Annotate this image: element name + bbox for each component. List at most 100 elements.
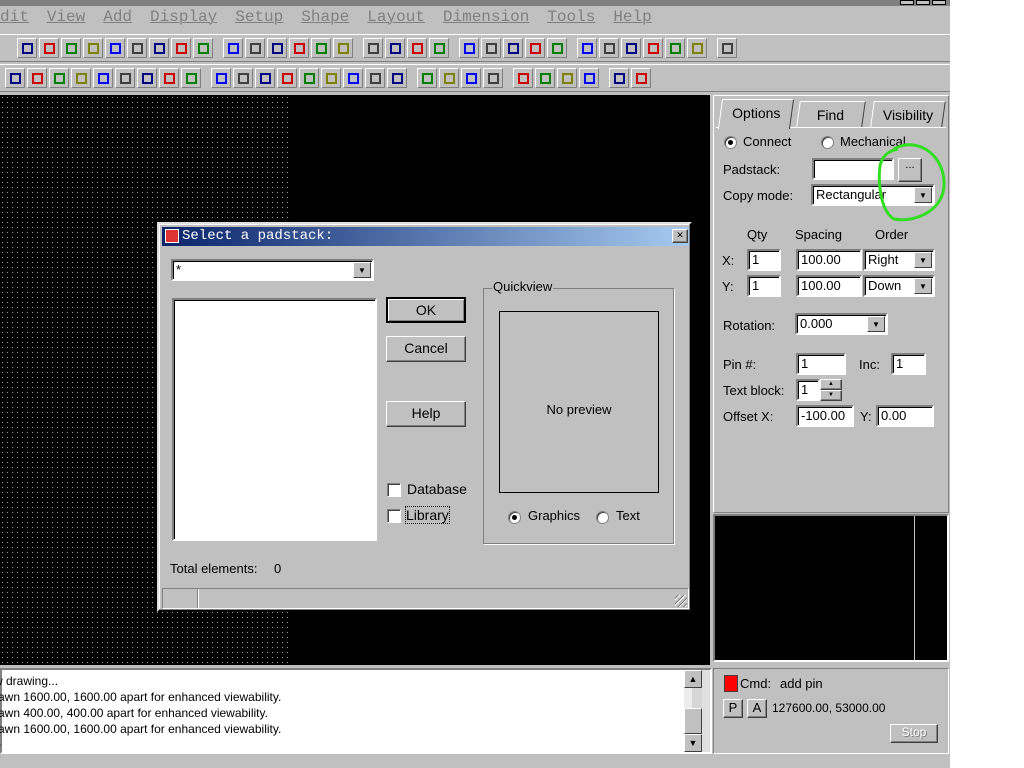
a-button[interactable]: A <box>747 699 767 718</box>
menu-display[interactable]: Display <box>150 8 217 32</box>
color-icon[interactable] <box>459 38 479 58</box>
zoom-fit-icon[interactable] <box>245 38 265 58</box>
close-button[interactable] <box>932 0 946 5</box>
pin-number-input[interactable]: 1 <box>796 353 846 375</box>
prb-icon[interactable] <box>483 68 503 88</box>
undo-icon[interactable] <box>83 38 103 58</box>
x-spacing-input[interactable]: 100.00 <box>796 249 862 271</box>
add-rect-icon[interactable] <box>385 38 405 58</box>
window-icon[interactable] <box>717 38 737 58</box>
menu-help[interactable]: Help <box>613 8 651 32</box>
void-icon[interactable] <box>93 68 113 88</box>
offset-y-input[interactable]: 0.00 <box>876 405 934 427</box>
zoom-in-icon[interactable] <box>267 38 287 58</box>
undo-dropdown-icon[interactable] <box>105 38 125 58</box>
move-icon[interactable] <box>39 38 59 58</box>
graphics-radio[interactable] <box>508 511 521 524</box>
zoom-previous-icon[interactable] <box>311 38 331 58</box>
redo-icon[interactable] <box>127 38 147 58</box>
scroll-thumb[interactable] <box>684 688 702 708</box>
circle-icon[interactable] <box>49 68 69 88</box>
balance-icon[interactable] <box>643 38 663 58</box>
edit-text-icon[interactable] <box>429 38 449 58</box>
add-text-icon[interactable] <box>407 38 427 58</box>
rect-void-icon[interactable] <box>137 68 157 88</box>
add-line-icon[interactable] <box>363 38 383 58</box>
tab-find[interactable]: Find <box>796 101 866 127</box>
inc-input[interactable]: 1 <box>891 353 926 375</box>
cancel-button[interactable]: Cancel <box>386 336 466 362</box>
tab-options[interactable]: Options <box>717 99 795 129</box>
hand-icon[interactable] <box>547 38 567 58</box>
design-icon[interactable] <box>621 38 641 58</box>
menu-tools[interactable]: Tools <box>547 8 595 32</box>
resize-grip[interactable] <box>675 595 687 607</box>
y-order-select[interactable]: Down ▼ <box>863 275 935 297</box>
script-icon[interactable] <box>609 68 629 88</box>
padstack-list[interactable] <box>172 298 377 541</box>
connect-radio[interactable] <box>724 136 737 149</box>
leader-icon[interactable] <box>365 68 385 88</box>
angle-icon[interactable] <box>277 68 297 88</box>
table-icon[interactable] <box>557 68 577 88</box>
help-button[interactable]: Help <box>386 401 466 427</box>
arc-icon[interactable] <box>343 68 363 88</box>
maximize-button[interactable] <box>916 0 930 5</box>
command-prompt[interactable]: > <box>0 737 710 753</box>
menu-shape[interactable]: Shape <box>301 8 349 32</box>
grid-icon[interactable] <box>577 38 597 58</box>
x-qty-input[interactable]: 1 <box>747 249 781 271</box>
database-checkbox[interactable] <box>387 483 401 497</box>
pointer-icon[interactable] <box>71 68 91 88</box>
p-button[interactable]: P <box>723 699 743 718</box>
scroll-up-icon[interactable]: ▲ <box>684 670 702 688</box>
dimension-baseline-icon[interactable] <box>255 68 275 88</box>
frame2-icon[interactable] <box>687 38 707 58</box>
delete-icon[interactable] <box>61 38 81 58</box>
redraw-icon[interactable] <box>333 38 353 58</box>
menu-setup[interactable]: Setup <box>235 8 283 32</box>
spin-down-button[interactable]: ▼ <box>820 390 842 401</box>
zoom-out-icon[interactable] <box>289 38 309 58</box>
x-order-select[interactable]: Right ▼ <box>863 249 935 271</box>
corner-icon[interactable] <box>387 68 407 88</box>
layers-icon[interactable] <box>599 38 619 58</box>
spin-up-button[interactable]: ▲ <box>820 379 842 390</box>
frame-icon[interactable] <box>665 38 685 58</box>
hatch-icon[interactable] <box>181 68 201 88</box>
shape-icon[interactable] <box>5 68 25 88</box>
void-edit-icon[interactable] <box>159 68 179 88</box>
dimension-linear-icon[interactable] <box>211 68 231 88</box>
stop-button[interactable]: Stop <box>890 724 938 743</box>
log-scrollbar[interactable]: ▲ ▼ <box>684 670 710 752</box>
scroll-down-icon[interactable]: ▼ <box>684 734 702 752</box>
menu-edit[interactable]: dit <box>0 8 29 32</box>
copy-icon[interactable] <box>17 38 37 58</box>
chamfer-icon[interactable] <box>299 68 319 88</box>
info-icon[interactable] <box>481 38 501 58</box>
y-qty-input[interactable]: 1 <box>747 275 781 297</box>
void-circle-icon[interactable] <box>115 68 135 88</box>
redo-dropdown-icon[interactable] <box>149 38 169 58</box>
dimension-datum-icon[interactable] <box>233 68 253 88</box>
fillet-icon[interactable] <box>321 68 341 88</box>
y-spacing-input[interactable]: 100.00 <box>796 275 862 297</box>
tab-visibility[interactable]: Visibility <box>870 101 946 127</box>
mdl-icon[interactable] <box>439 68 459 88</box>
text-radio[interactable] <box>596 511 609 524</box>
offset-x-input[interactable]: -100.00 <box>796 405 854 427</box>
report-icon[interactable] <box>579 68 599 88</box>
filter-combo[interactable]: * ▼ <box>171 259 374 281</box>
drag-icon[interactable] <box>193 38 213 58</box>
text-block-input[interactable]: 1 <box>796 379 820 401</box>
library-checkbox[interactable] <box>387 509 401 523</box>
film-icon[interactable] <box>503 38 523 58</box>
mechanical-radio[interactable] <box>821 136 834 149</box>
edit-pad-icon[interactable] <box>513 68 533 88</box>
help-icon[interactable] <box>631 68 651 88</box>
sym-icon[interactable] <box>461 68 481 88</box>
menu-view[interactable]: View <box>47 8 85 32</box>
menu-layout[interactable]: Layout <box>367 8 425 32</box>
shove-icon[interactable] <box>171 38 191 58</box>
dialog-close-button[interactable]: ✕ <box>672 229 688 243</box>
